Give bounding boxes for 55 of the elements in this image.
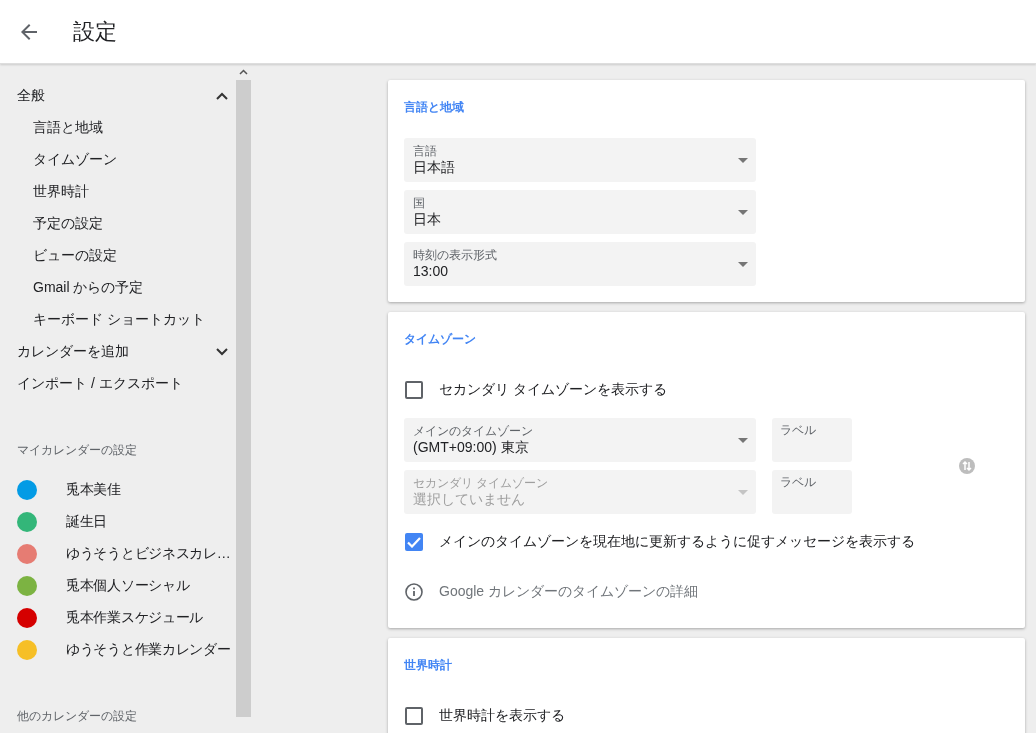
label-input[interactable]: ラベル [772,418,852,462]
field-label: 時刻の表示形式 [413,248,498,263]
calendar-name[interactable]: 兎本個人ソーシャル [66,577,190,595]
nav-item[interactable]: キーボード ショートカット [0,304,236,336]
field-value: (GMT+09:00) 東京 [413,439,530,456]
field-label: セカンダリ タイムゾーン [413,476,550,491]
field-value: 13:00 [413,263,450,280]
field-value: 日本 [413,211,442,228]
checkbox[interactable] [405,533,423,551]
chevron-down-icon [216,348,228,356]
field-value: 日本語 [413,159,456,176]
nav-item[interactable]: Gmail からの予定 [0,272,236,304]
timezone-help-link[interactable]: Google カレンダーのタイムゾーンの詳細 [439,583,699,601]
dropdown-caret-icon [738,209,748,215]
checkbox[interactable] [405,381,423,399]
nav-item[interactable]: ビューの設定 [0,240,236,272]
dropdown-field[interactable]: 国 日本 [404,190,756,234]
checkbox-label: 世界時計を表示する [439,707,565,725]
dropdown-field[interactable]: 時刻の表示形式 13:00 [404,242,756,286]
calendar-name[interactable]: ゆうそうとビジネスカレ… [66,545,231,563]
card-title: タイムゾーン [404,331,477,347]
calendar-name[interactable]: ゆうそうと作業カレンダー [66,641,231,659]
section-heading: 他のカレンダーの設定 [16,707,138,725]
field-label: メインのタイムゾーン [413,424,534,439]
checkbox-label: セカンダリ タイムゾーンを表示する [439,381,667,399]
card-title: 言語と地域 [404,99,465,115]
nav-item[interactable]: 言語と地域 [0,112,236,144]
checkbox[interactable] [405,707,423,725]
nav-item[interactable]: 予定の設定 [0,208,236,240]
field-value: 選択していません [413,491,526,508]
checkbox-label: メインのタイムゾーンを現在地に更新するように促すメッセージを表示する [439,533,915,551]
field-label: 言語 [413,144,438,159]
page-title: 設定 [73,17,117,46]
info-icon [405,583,423,601]
card-title: 世界時計 [404,657,453,673]
scrollbar-thumb[interactable] [236,80,251,717]
calendar-name[interactable]: 誕生日 [66,513,108,531]
dropdown-caret-icon [738,489,748,495]
dropdown-field[interactable]: 言語 日本語 [404,138,756,182]
nav-section[interactable]: 全般 [0,80,236,112]
dropdown-caret-icon [738,437,748,443]
field-label: 国 [413,196,426,211]
calendar-name[interactable]: 兎本作業スケジュール [66,609,203,627]
chevron-up-icon [216,92,228,100]
calendar-name[interactable]: 兎本美佳 [66,481,121,499]
dropdown-caret-icon [738,261,748,267]
dropdown-field[interactable]: メインのタイムゾーン (GMT+09:00) 東京 [404,418,756,462]
nav-item[interactable]: 世界時計 [0,176,236,208]
section-heading: マイカレンダーの設定 [16,441,138,459]
nav-section[interactable]: インポート / エクスポート [0,368,236,400]
nav-section[interactable]: カレンダーを追加 [0,336,236,368]
back-arrow-icon [21,23,37,40]
dropdown-caret-icon [738,157,748,163]
checkmark-icon [407,536,421,548]
nav-item[interactable]: タイムゾーン [0,144,236,176]
